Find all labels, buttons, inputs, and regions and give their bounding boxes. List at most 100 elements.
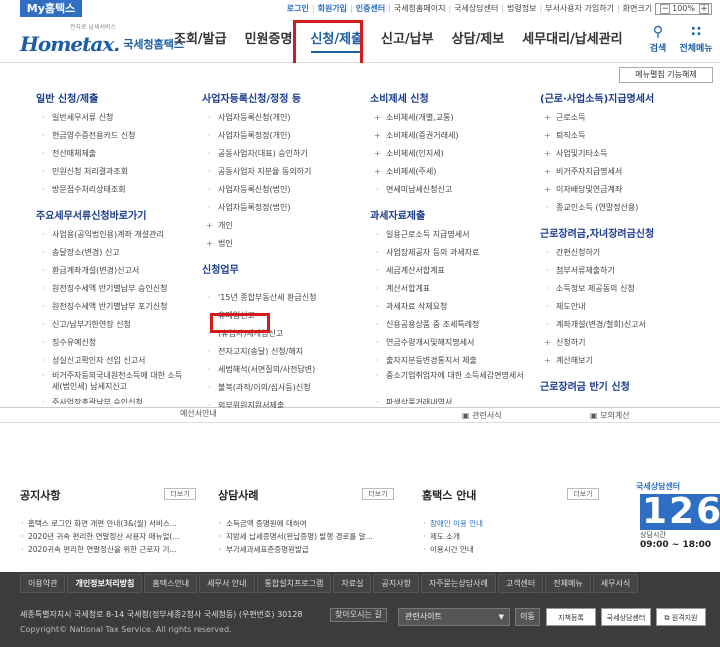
menu-item[interactable]: 일반세무서류 신청 bbox=[36, 109, 196, 127]
menu-item[interactable]: 출자지분등변경통지서 제출 bbox=[370, 352, 530, 370]
footer-link-hometax-guide[interactable]: 홈택스안내 bbox=[144, 574, 198, 593]
footer-link-forms[interactable]: 세무서식 bbox=[592, 574, 639, 593]
menu-item[interactable]: 불복(과적/이의/심사등)신청 bbox=[202, 379, 362, 397]
menu-item[interactable]: 연금수령개시및해지명세서 bbox=[370, 334, 530, 352]
footer-link-notice[interactable]: 공지사항 bbox=[373, 574, 419, 593]
nav-tax-agent[interactable]: 세무대리/납세관리 bbox=[513, 17, 631, 63]
menu-item[interactable]: 제도안내 bbox=[540, 298, 710, 316]
menu-item[interactable]: 민원신청 처리결과조회 bbox=[36, 163, 196, 181]
guide-item[interactable]: 제도 소개 bbox=[422, 530, 602, 543]
menu-item[interactable]: 계좌개설(변경/철회)신고서 bbox=[540, 316, 710, 334]
menu-item[interactable]: 소비제세(개별,교통) bbox=[370, 109, 530, 127]
my-hometax-tab[interactable]: My홈택스 bbox=[20, 0, 82, 17]
menu-item[interactable]: 송달장소(변경) 신고 bbox=[36, 244, 196, 262]
consult-center-link[interactable]: 국세상담센터 bbox=[454, 3, 498, 14]
related-sites-select[interactable]: 관련사이트 ▼ bbox=[398, 608, 510, 626]
menu-item[interactable]: 퇴직소득 bbox=[540, 127, 710, 145]
menu-item[interactable]: 개인 bbox=[202, 217, 362, 235]
badge-remote-support[interactable]: ⧉ 원격지원 bbox=[656, 608, 706, 626]
quick-link[interactable]: ▣ 관련서식 bbox=[462, 410, 502, 421]
menu-item[interactable]: 중소기업취업자에 대한 소득세감면명세서 bbox=[370, 370, 525, 394]
menu-item[interactable]: 사업용(공익법인용)계좌 개설관리 bbox=[36, 226, 196, 244]
consult-center-banner[interactable]: 국세상담센터 126 상담시간 09:00 ~ 18:00 bbox=[620, 481, 720, 561]
menu-item[interactable]: 세법해석(서면질의/사전답변) bbox=[202, 361, 362, 379]
menu-item[interactable]: 소비제세(주세) bbox=[370, 163, 530, 181]
menu-item[interactable]: 성실신고확인자 선임 신고서 bbox=[36, 352, 196, 370]
find-way-button[interactable]: 찾아오시는 길 bbox=[330, 608, 387, 622]
footer-link-faq[interactable]: 자주묻는상담사례 bbox=[420, 574, 496, 593]
menu-item[interactable]: 원천징수세액 반기별납부 승인신청 bbox=[36, 280, 196, 298]
cases-more-button[interactable]: 더보기 bbox=[362, 488, 394, 500]
footer-link-customer[interactable]: 고객센터 bbox=[497, 574, 544, 593]
quick-link[interactable]: 예산서안내 bbox=[180, 408, 217, 419]
menu-item[interactable]: 환급계좌개설(변경)신고서 bbox=[36, 262, 196, 280]
login-link[interactable]: 로그인 bbox=[287, 3, 309, 14]
nts-homepage-link[interactable]: 국세청홈페이지 bbox=[394, 3, 446, 14]
menu-item[interactable]: 과세자료 삭제요청 bbox=[370, 298, 530, 316]
nav-report-pay[interactable]: 신고/납부 bbox=[372, 17, 443, 63]
menu-item[interactable]: 주사업장총괄납부 승인신청 bbox=[36, 394, 196, 404]
menu-item[interactable]: 사업장제공자 등의 과세자료 bbox=[370, 244, 530, 262]
menu-item[interactable]: 소득정보 제공동의 신청 bbox=[540, 280, 710, 298]
menu-item[interactable]: '15년 종합부동산세 환급신청 bbox=[202, 289, 362, 307]
cert-center-link[interactable]: 인증센터 bbox=[356, 3, 385, 14]
guide-item[interactable]: 장애인 이용 안내 bbox=[422, 517, 602, 530]
footer-link-library[interactable]: 자료실 bbox=[333, 574, 372, 593]
menu-expand-toggle-button[interactable]: 메뉴펼침 기능해제 bbox=[619, 67, 713, 83]
footer-link-allmenu[interactable]: 전체메뉴 bbox=[545, 574, 591, 593]
all-menu-button[interactable]: ∷ 전체메뉴 bbox=[678, 23, 714, 54]
menu-item[interactable]: 현금영수증전용카드 신청 bbox=[36, 127, 196, 145]
menu-item[interactable]: 근로소득 bbox=[540, 109, 710, 127]
footer-link-terms[interactable]: 이용약관 bbox=[20, 574, 66, 593]
menu-item[interactable]: 사업자등록정정(개인) bbox=[202, 127, 362, 145]
menu-item[interactable]: 면세미납세신청신고 bbox=[370, 181, 530, 199]
menu-item[interactable]: 사업자등록신청(법인) bbox=[202, 181, 362, 199]
nav-certificates[interactable]: 민원증명 bbox=[236, 17, 302, 63]
menu-item[interactable]: 소비제세(인지세) bbox=[370, 145, 530, 163]
zoom-out-icon[interactable]: − bbox=[660, 3, 671, 14]
menu-item[interactable]: 계산서합계표 bbox=[370, 280, 530, 298]
menu-item[interactable]: 사업및기타소득 bbox=[540, 145, 710, 163]
hometax-logo[interactable]: 전자로 납세서비스 Hometax. 국세청홈택스 bbox=[20, 22, 184, 56]
notice-item[interactable]: 2020귀속 편리한 연말정산을 위한 근로자 기... bbox=[20, 543, 210, 556]
quick-link[interactable]: ▣ 모의계산 bbox=[590, 410, 630, 421]
dept-user-join-link[interactable]: 부서사용자 가입하기 bbox=[545, 3, 614, 14]
menu-item[interactable]: 신고/납부기한연장 신청 bbox=[36, 316, 196, 334]
menu-item[interactable]: 파생상품거래내역서 bbox=[370, 394, 530, 404]
menu-item[interactable]: 전산매체제출 bbox=[36, 145, 196, 163]
footer-link-install[interactable]: 통합설치프로그램 bbox=[256, 574, 332, 593]
badge-registration[interactable]: 지책등록 bbox=[546, 608, 596, 626]
law-info-link[interactable]: 법령정보 bbox=[507, 3, 536, 14]
menu-item[interactable]: 사업자등록정정(법인) bbox=[202, 199, 362, 217]
menu-item[interactable]: 첨부서류제출하기 bbox=[540, 262, 710, 280]
footer-link-privacy[interactable]: 개인정보처리방침 bbox=[67, 574, 143, 593]
menu-item[interactable]: 종교인소득 (연말정산용) bbox=[540, 199, 710, 217]
menu-item[interactable]: 공동사업자 지분율 동의하기 bbox=[202, 163, 362, 181]
guide-more-button[interactable]: 더보기 bbox=[567, 488, 599, 500]
menu-item[interactable]: 비거주자등의국내원천소득에 대한 소득세(법인세) 납세지신고 bbox=[36, 370, 186, 394]
menu-item[interactable]: 징수유예신청 bbox=[36, 334, 196, 352]
badge-consult[interactable]: 국세상담센터 bbox=[601, 608, 651, 626]
notice-more-button[interactable]: 더보기 bbox=[164, 488, 196, 500]
signup-link[interactable]: 회원가입 bbox=[318, 3, 347, 14]
case-item[interactable]: 지방세 납세증명서(완납증명) 발행 경로를 알... bbox=[218, 530, 398, 543]
menu-item[interactable]: 원천징수세액 반기별납부 포기신청 bbox=[36, 298, 196, 316]
menu-item[interactable]: 신청하기 bbox=[540, 334, 710, 352]
nav-consult-report[interactable]: 상담/제보 bbox=[443, 17, 514, 63]
go-button[interactable]: 이동 bbox=[515, 608, 540, 626]
nav-inquiry-issue[interactable]: 조회/발급 bbox=[165, 17, 236, 63]
case-item[interactable]: 소득금액 증명원에 대하여 bbox=[218, 517, 398, 530]
menu-item[interactable]: 소비제세(증권거래세) bbox=[370, 127, 530, 145]
guide-item[interactable]: 이용시간 안내 bbox=[422, 543, 602, 556]
menu-item[interactable]: 전자고지(송달) 신청/해지 bbox=[202, 343, 362, 361]
menu-item[interactable]: 신용공용상품 중 조세특례정 bbox=[370, 316, 530, 334]
menu-item[interactable]: 법인 bbox=[202, 235, 362, 253]
menu-item[interactable]: 이자배당및연금계좌 bbox=[540, 181, 710, 199]
notice-item[interactable]: 2020년 귀속 편리한 연말정산 사용자 매뉴얼(... bbox=[20, 530, 210, 543]
menu-item[interactable]: 세금계산서합계표 bbox=[370, 262, 530, 280]
case-item[interactable]: 부가세과세표준증명원발급 bbox=[218, 543, 398, 556]
menu-item[interactable]: 방문접수처리상태조회 bbox=[36, 181, 196, 199]
footer-link-tax-office[interactable]: 세무서 안내 bbox=[199, 574, 255, 593]
menu-item[interactable]: 공동사업자(대표) 승인하기 bbox=[202, 145, 362, 163]
search-button[interactable]: ⚲ 검색 bbox=[640, 23, 676, 54]
